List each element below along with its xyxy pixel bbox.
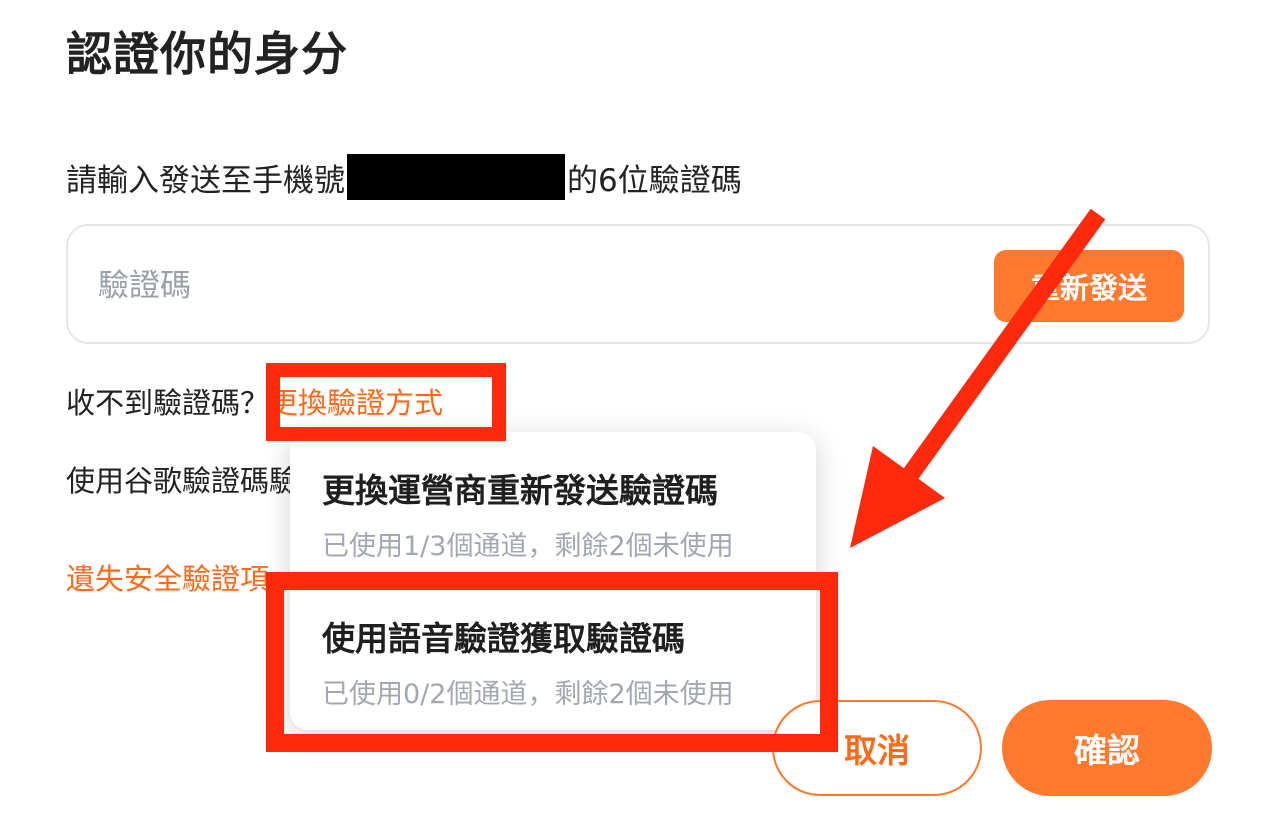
menu-option-title: 更換運營商重新發送驗證碼 bbox=[322, 471, 718, 510]
verification-code-input[interactable] bbox=[96, 262, 900, 310]
lost-security-link[interactable]: 遺失安全驗證項 bbox=[66, 556, 269, 598]
highlight-box-change-method bbox=[266, 363, 506, 441]
instruction-text: 請輸入發送至手機號 的6位驗證碼 bbox=[66, 154, 742, 200]
verification-code-field: 重新發送 bbox=[66, 224, 1210, 344]
highlight-box-voice-option bbox=[266, 572, 838, 752]
google-auth-text[interactable]: 使用谷歌驗證碼驗 bbox=[66, 458, 298, 500]
redacted-phone-number bbox=[347, 154, 565, 200]
confirm-button[interactable]: 確認 bbox=[1002, 700, 1212, 796]
page-title: 認證你的身分 bbox=[66, 27, 348, 81]
menu-option-change-carrier[interactable]: 更換運營商重新發送驗證碼 已使用1/3個通道，剩餘2個未使用 bbox=[322, 464, 734, 563]
no-code-label: 收不到驗證碼？ bbox=[66, 386, 270, 420]
instruction-prefix: 請輸入發送至手機號 bbox=[66, 162, 345, 199]
resend-button[interactable]: 重新發送 bbox=[994, 250, 1184, 322]
instruction-suffix: 的6位驗證碼 bbox=[567, 162, 742, 199]
menu-option-subtitle: 已使用1/3個通道，剩餘2個未使用 bbox=[322, 531, 734, 562]
